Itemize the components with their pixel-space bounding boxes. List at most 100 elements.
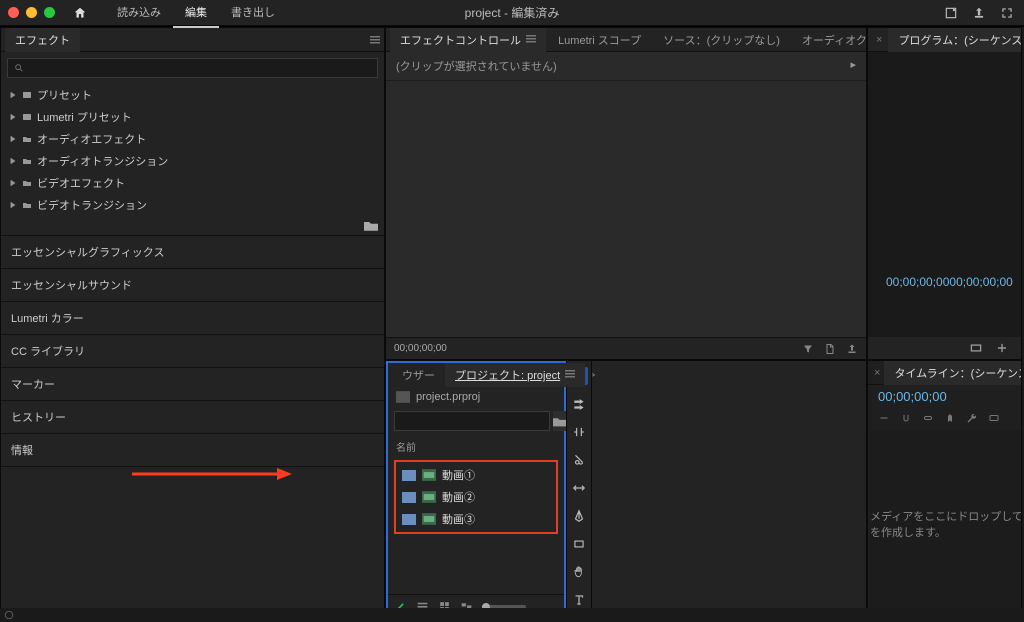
caption-icon[interactable] [988, 412, 1000, 424]
titlebar: 読み込み 編集 書き出し project - 編集済み [0, 0, 1024, 26]
chevron-right-icon [9, 201, 17, 209]
type-tool[interactable] [570, 591, 588, 609]
new-bin-icon[interactable] [364, 220, 378, 231]
effects-tree-footer [1, 216, 384, 236]
document-title: project - 編集済み [465, 4, 560, 21]
maximize-window-button[interactable] [44, 7, 55, 18]
clip-name: 動画③ [442, 511, 475, 527]
new-bin-button[interactable] [553, 411, 566, 431]
effect-controls-panel: エフェクトコントロール Lumetri スコープ ソース：(クリップなし) オー… [385, 27, 867, 360]
new-item-icon[interactable] [824, 343, 836, 355]
project-filename: project.prproj [416, 391, 480, 403]
project-item[interactable]: 動画① [396, 464, 556, 486]
linked-selection-icon[interactable] [922, 412, 934, 424]
video-clip-icon [422, 513, 436, 525]
section-lumetri-color[interactable]: Lumetri カラー [1, 302, 384, 335]
close-window-button[interactable] [8, 7, 19, 18]
quick-export-icon[interactable] [944, 6, 958, 20]
tab-source[interactable]: ソース：(クリップなし) [653, 28, 790, 52]
preset-icon [23, 91, 31, 99]
snap-icon[interactable] [900, 412, 912, 424]
timeline-toolbar [868, 408, 1022, 428]
razor-tool[interactable] [570, 451, 588, 469]
tab-effect-controls[interactable]: エフェクトコントロール [390, 28, 546, 52]
settings-icon[interactable] [969, 341, 983, 355]
label-color [402, 492, 416, 503]
project-clip-list: 動画① 動画② 動画③ [394, 460, 558, 534]
export-frame-icon[interactable] [846, 343, 858, 355]
project-file-icon [396, 391, 410, 403]
add-icon[interactable] [995, 341, 1009, 355]
label-color [402, 470, 416, 481]
effects-panel: エフェクト プリセット Lumetri プリセット オーディオエフェクト オーデ… [0, 27, 385, 621]
slip-tool[interactable] [570, 479, 588, 497]
column-header-name[interactable]: 名前 [388, 435, 564, 458]
tab-media-browser[interactable]: ウザー [392, 363, 445, 387]
project-item[interactable]: 動画③ [396, 508, 556, 530]
panel-menu-icon[interactable] [370, 35, 380, 45]
clip-name: 動画① [442, 467, 475, 483]
chevron-right-icon [9, 91, 17, 99]
section-history[interactable]: ヒストリー [1, 401, 384, 434]
panel-menu-icon[interactable] [526, 34, 536, 44]
section-essential-sound[interactable]: エッセンシャルサウンド [1, 269, 384, 302]
chevron-right-icon [9, 113, 17, 121]
tool-palette [566, 361, 592, 620]
tab-export[interactable]: 書き出し [219, 0, 287, 28]
project-search-input[interactable] [394, 411, 550, 431]
program-canvas[interactable] [868, 52, 1021, 271]
track-select-tool[interactable] [570, 395, 588, 413]
video-clip-icon [422, 491, 436, 503]
search-icon [14, 63, 24, 73]
section-cc-libraries[interactable]: CC ライブラリ [1, 335, 384, 368]
filter-icon[interactable] [802, 343, 814, 355]
tab-project[interactable]: プロジェクト: project [445, 363, 585, 387]
project-item[interactable]: 動画② [396, 486, 556, 508]
program-monitor-panel: × プログラム：(シーケンスなし) 00;00;00;00 00;00;00;0… [867, 27, 1022, 360]
section-essential-graphics[interactable]: エッセンシャルグラフィックス [1, 236, 384, 269]
status-icon[interactable] [4, 610, 14, 620]
rectangle-tool[interactable] [570, 535, 588, 553]
close-panel-icon[interactable]: × [874, 367, 880, 379]
ripple-edit-tool[interactable] [570, 423, 588, 441]
effects-tree: プリセット Lumetri プリセット オーディオエフェクト オーディオトランジ… [1, 84, 384, 216]
section-info[interactable]: 情報 [1, 434, 384, 467]
hand-tool[interactable] [570, 563, 588, 581]
home-icon[interactable] [73, 6, 87, 20]
program-timecode-left[interactable]: 00;00;00;00 [886, 275, 949, 289]
fx-audio-transitions[interactable]: オーディオトランジション [5, 150, 380, 172]
fx-video-transitions[interactable]: ビデオトランジション [5, 194, 380, 216]
section-markers[interactable]: マーカー [1, 368, 384, 401]
workspace-tabs: 読み込み 編集 書き出し [105, 0, 287, 28]
panel-menu-icon[interactable] [565, 369, 575, 379]
minimize-window-button[interactable] [26, 7, 37, 18]
no-clip-label: (クリップが選択されていません) [396, 58, 557, 74]
close-panel-icon[interactable]: × [876, 34, 882, 46]
fullscreen-icon[interactable] [1000, 6, 1014, 20]
project-header: project.prproj [388, 387, 564, 407]
wrench-icon[interactable] [966, 412, 978, 424]
program-ruler[interactable] [868, 293, 1021, 303]
fx-video-effects[interactable]: ビデオエフェクト [5, 172, 380, 194]
tab-edit[interactable]: 編集 [173, 0, 219, 28]
tab-effects[interactable]: エフェクト [5, 28, 80, 52]
marker-icon[interactable] [944, 412, 956, 424]
caret-right-icon[interactable]: ▸ [850, 58, 856, 74]
share-icon[interactable] [972, 6, 986, 20]
tab-import[interactable]: 読み込み [105, 0, 173, 28]
tab-timeline[interactable]: タイムライン：(シーケンスなし) [884, 361, 1022, 385]
tab-audio[interactable]: オーディオク [792, 28, 867, 52]
timeline-timecode[interactable]: 00;00;00;00 [878, 389, 1022, 404]
fx-audio-effects[interactable]: オーディオエフェクト [5, 128, 380, 150]
fx-presets[interactable]: プリセット [5, 84, 380, 106]
tab-lumetri-scopes[interactable]: Lumetri スコープ [548, 28, 651, 52]
timeline-drop-zone[interactable]: メディアをここにドロップしてシーケンスを作成します。 [870, 430, 1022, 618]
fx-lumetri-presets[interactable]: Lumetri プリセット [5, 106, 380, 128]
window-controls [8, 7, 55, 18]
tab-program[interactable]: プログラム：(シーケンスなし) [888, 28, 1022, 52]
effects-search[interactable] [7, 58, 378, 78]
label-color [402, 514, 416, 525]
pen-tool[interactable] [570, 507, 588, 525]
fx-label: オーディオトランジション [37, 153, 168, 169]
insert-icon[interactable] [878, 412, 890, 424]
